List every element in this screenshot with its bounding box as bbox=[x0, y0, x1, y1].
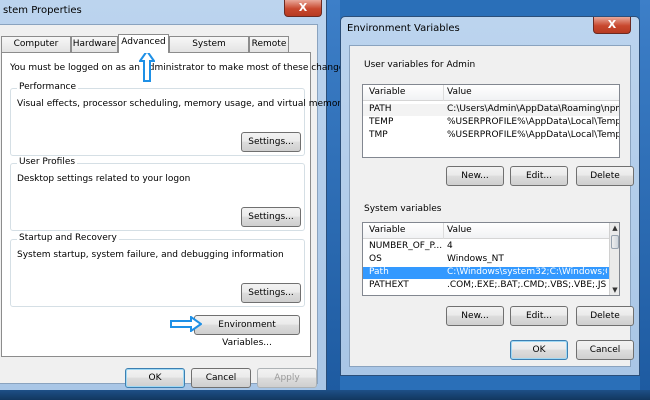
column-value[interactable]: Value bbox=[447, 225, 472, 235]
close-button[interactable]: X bbox=[593, 17, 631, 34]
system-properties-window: stem Properties X Computer Name Hardware… bbox=[0, 0, 352, 393]
close-button[interactable]: X bbox=[284, 0, 322, 17]
user-profiles-group: User Profiles Desktop settings related t… bbox=[10, 157, 305, 231]
variable-value: Windows_NT bbox=[447, 254, 504, 264]
apply-button[interactable]: Apply bbox=[257, 368, 317, 388]
startup-recovery-title: Startup and Recovery bbox=[17, 233, 119, 243]
ok-button[interactable]: OK bbox=[510, 340, 568, 360]
tab-computer-name[interactable]: Computer Name bbox=[1, 36, 71, 63]
user-variables-list[interactable]: Variable Value PATH C:\Users\Admin\AppDa… bbox=[362, 84, 620, 158]
list-item[interactable]: OS Windows_NT bbox=[363, 254, 619, 266]
list-header: Variable Value bbox=[363, 85, 619, 101]
vertical-scrollbar[interactable]: ▲ ▼ bbox=[609, 223, 619, 295]
user-new-button[interactable]: New... bbox=[446, 166, 504, 186]
performance-settings-button[interactable]: Settings... bbox=[241, 132, 301, 152]
column-variable[interactable]: Variable bbox=[369, 225, 405, 235]
system-delete-button[interactable]: Delete bbox=[576, 306, 634, 326]
tab-hardware[interactable]: Hardware bbox=[71, 36, 118, 52]
environment-variables-button[interactable]: Environment Variables... bbox=[194, 315, 300, 348]
scroll-thumb[interactable] bbox=[611, 235, 619, 249]
user-edit-button[interactable]: Edit... bbox=[510, 166, 568, 186]
user-delete-button[interactable]: Delete bbox=[576, 166, 634, 186]
environment-variables-window: Environment Variables X User variables f… bbox=[340, 16, 640, 376]
list-item[interactable]: NUMBER_OF_P... 4 bbox=[363, 241, 619, 253]
user-profiles-settings-button[interactable]: Settings... bbox=[241, 207, 301, 227]
list-item[interactable]: TMP %USERPROFILE%\AppData\Local\Temp bbox=[363, 130, 619, 142]
variable-value: C:\Users\Admin\AppData\Roaming\npm bbox=[447, 104, 619, 114]
advanced-tab-panel: You must be logged on as an Administrato… bbox=[1, 52, 352, 357]
variable-value: .COM;.EXE;.BAT;.CMD;.VBS;.VBE;.JS;... bbox=[447, 280, 607, 290]
variable-name: OS bbox=[369, 254, 382, 264]
window-title: stem Properties bbox=[3, 5, 82, 16]
variable-name: PATHEXT bbox=[369, 280, 409, 290]
user-profiles-description: Desktop settings related to your logon bbox=[17, 174, 191, 184]
variable-value: %USERPROFILE%\AppData\Local\Temp bbox=[447, 130, 619, 140]
desktop-background bbox=[326, 0, 340, 400]
user-profiles-title: User Profiles bbox=[17, 157, 78, 167]
startup-recovery-settings-button[interactable]: Settings... bbox=[241, 283, 301, 303]
desktop-background-right bbox=[640, 0, 650, 400]
user-variables-label: User variables for Admin bbox=[364, 60, 476, 70]
list-item[interactable]: PATHEXT .COM;.EXE;.BAT;.CMD;.VBS;.VBE;.J… bbox=[363, 280, 619, 292]
variable-value: 4 bbox=[447, 241, 453, 251]
ok-button[interactable]: OK bbox=[125, 368, 185, 388]
window-client-area: User variables for Admin Variable Value … bbox=[349, 45, 634, 367]
variable-name: NUMBER_OF_P... bbox=[369, 241, 443, 251]
variable-name: TMP bbox=[369, 130, 388, 140]
system-variables-list[interactable]: Variable Value NUMBER_OF_P... 4 OS Windo… bbox=[362, 222, 620, 296]
scroll-up-icon[interactable]: ▲ bbox=[611, 223, 619, 233]
column-value[interactable]: Value bbox=[447, 87, 472, 97]
startup-recovery-description: System startup, system failure, and debu… bbox=[17, 250, 284, 260]
performance-title: Performance bbox=[17, 82, 79, 92]
scroll-down-icon[interactable]: ▼ bbox=[611, 285, 619, 295]
tab-remote[interactable]: Remote bbox=[249, 36, 289, 52]
startup-recovery-group: Startup and Recovery System startup, sys… bbox=[10, 233, 305, 307]
tab-system-protection[interactable]: System Protection bbox=[169, 36, 249, 63]
variable-value: %USERPROFILE%\AppData\Local\Temp bbox=[447, 117, 619, 127]
arrow-right-icon bbox=[170, 316, 202, 332]
cancel-button[interactable]: Cancel bbox=[191, 368, 251, 388]
admin-notice: You must be logged on as an Administrato… bbox=[10, 63, 352, 73]
list-item-selected[interactable]: Path C:\Windows\system32;C:\Windows;C:\.… bbox=[363, 267, 619, 279]
performance-description: Visual effects, processor scheduling, me… bbox=[17, 99, 347, 109]
arrow-up-icon bbox=[139, 50, 155, 82]
variable-value: C:\Windows\system32;C:\Windows;C:\... bbox=[447, 267, 607, 277]
list-item[interactable]: PATH C:\Users\Admin\AppData\Roaming\npm bbox=[363, 104, 619, 116]
system-edit-button[interactable]: Edit... bbox=[510, 306, 568, 326]
variable-name: TEMP bbox=[369, 117, 394, 127]
performance-group: Performance Visual effects, processor sc… bbox=[10, 82, 346, 156]
list-header: Variable Value bbox=[363, 223, 619, 239]
cancel-button[interactable]: Cancel bbox=[576, 340, 634, 360]
variable-name: Path bbox=[369, 267, 389, 277]
column-variable[interactable]: Variable bbox=[369, 87, 405, 97]
window-title: Environment Variables bbox=[347, 23, 460, 34]
system-new-button[interactable]: New... bbox=[446, 306, 504, 326]
system-variables-label: System variables bbox=[364, 204, 442, 214]
list-item[interactable]: TEMP %USERPROFILE%\AppData\Local\Temp bbox=[363, 117, 619, 129]
taskbar bbox=[0, 390, 650, 400]
variable-name: PATH bbox=[369, 104, 392, 114]
tab-advanced[interactable]: Advanced bbox=[118, 34, 169, 53]
